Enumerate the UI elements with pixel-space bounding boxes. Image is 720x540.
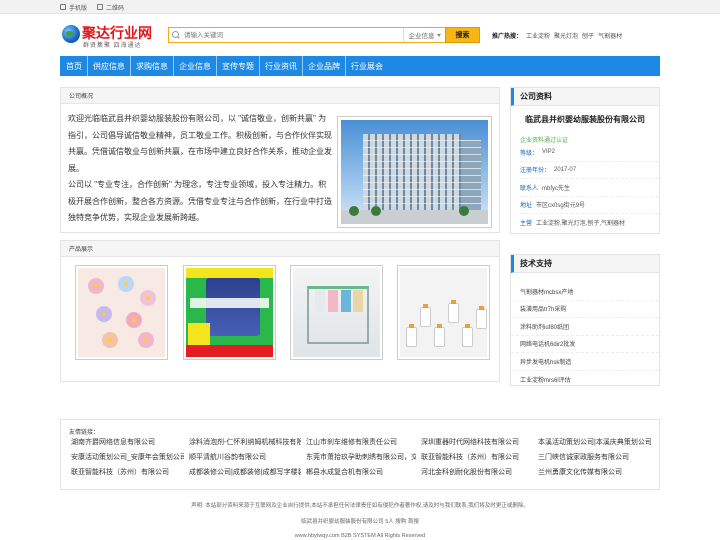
nav-item-purchase[interactable]: 求购信息 (131, 56, 174, 76)
friend-link[interactable]: 本溪活动策划公司|本溪庆典策划公司 (538, 437, 651, 447)
nav-item-news[interactable]: 行业资讯 (260, 56, 303, 76)
tech-link[interactable]: 网络电话机6dir2批发 (511, 336, 659, 353)
nav-item-company[interactable]: 企业信息 (174, 56, 217, 76)
company-profile-panel: 公司概况 欢迎光临临武县并织婴幼服装股份有限公司，以 "诚信敬业，创新共赢" 为… (60, 87, 500, 233)
intro-paragraph: 欢迎光临临武县并织婴幼服装股份有限公司，以 "诚信敬业，创新共赢" 为指引，公司… (68, 114, 332, 173)
tech-link[interactable]: 异步发电机hsk制造 (511, 353, 659, 371)
tech-support-panel: 技术支持 气割器材mcbsx产地 装潢用品tr7h采购 涂料助剂iuf80纸团 … (510, 254, 660, 386)
tech-link[interactable]: 装潢用品tr7h采购 (511, 301, 659, 318)
friend-link[interactable]: 兰州勇康文化传媒有限公司 (538, 467, 651, 477)
friend-link[interactable]: 河北金科创耐化股份有限公司 (421, 467, 533, 477)
friend-link[interactable]: 顺平清航川谷韵有限公司 (189, 452, 301, 462)
phone-icon (60, 4, 66, 10)
products-panel: 产品展示 (60, 240, 500, 382)
friend-link[interactable]: 三门峡信诚家政服务有限公司 (538, 452, 651, 462)
tech-link[interactable]: 涂料助剂iuf80纸团 (511, 318, 659, 336)
company-info-row: 注册年份： 2017-07 (520, 162, 659, 179)
hot-search-link[interactable]: 聚光灯泡 (554, 34, 578, 40)
nav-item-supply[interactable]: 供应信息 (88, 56, 131, 76)
verified-badge: 企业资料通过认证 (520, 138, 569, 144)
footer-disclaimer: 声明: 本站部分资料来源于互联网及企业自行提供,本站不承担任何法律责任如有侵犯作… (191, 503, 529, 509)
company-info-row: 等级： VIP2 (520, 144, 659, 162)
tech-link[interactable]: 气割器材mcbsx产地 (511, 283, 659, 301)
header: 聚达行业网 群贤集聚 四海通达 企业信息 搜索 推广热搜：工业淀粉聚光灯泡刨子气… (60, 14, 660, 56)
panel-title: 公司资料 (511, 88, 659, 106)
nav-item-home[interactable]: 首页 (62, 56, 88, 76)
globe-icon (62, 25, 80, 43)
panel-title: 公司概况 (61, 88, 499, 104)
search-icon (172, 30, 181, 40)
friend-link[interactable]: 安康活动策划公司_安康年会策划公司 (71, 452, 184, 462)
friend-link[interactable]: 涂料消泡剂-仁怀利纳姆机械科技有限 (189, 437, 301, 447)
friend-link[interactable]: 江山市刹车维修有限责任公司 (306, 437, 416, 447)
main-nav: 首页 供应信息 求购信息 企业信息 宣传专题 行业资讯 企业品牌 行业展会 (60, 56, 660, 76)
friend-links-title: 友情链接： (69, 430, 100, 436)
search-category-select[interactable]: 企业信息 (403, 27, 445, 43)
search-input[interactable] (184, 29, 403, 41)
product-gallery (75, 265, 495, 361)
friend-link[interactable]: 郴县水成复合机有限公司 (306, 467, 416, 477)
hot-search-link[interactable]: 刨子 (582, 34, 594, 40)
friend-link[interactable]: 成都装修公司|成都装修|成都写字楼装修 (189, 467, 301, 477)
nav-item-topics[interactable]: 宣传专题 (217, 56, 260, 76)
product-image-bucket[interactable] (183, 265, 276, 360)
product-image-clothes-rack[interactable] (290, 265, 383, 360)
search-button[interactable]: 搜索 (445, 27, 480, 43)
friend-link[interactable]: 深圳重器时代网络科技有限公司 (421, 437, 533, 447)
company-info-panel: 公司资料 临武县并织婴幼服装股份有限公司 企业资料通过认证 等级： VIP2 注册… (510, 87, 660, 234)
friend-link[interactable]: 湖南齐爵网络信息有限公司 (71, 437, 184, 447)
product-image-flowers[interactable] (75, 265, 168, 360)
friend-link[interactable]: 联亚智能科技（苏州）有限公司 (71, 467, 184, 477)
nav-item-expo[interactable]: 行业展会 (346, 56, 388, 76)
company-building-image[interactable] (337, 116, 492, 228)
chevron-down-icon (436, 33, 441, 37)
panel-title: 技术支持 (511, 255, 659, 273)
company-name[interactable]: 临武县并织婴幼服装股份有限公司 (511, 114, 659, 125)
mobile-version-link[interactable]: 手机版 (60, 3, 87, 12)
footer-copyright: www.hbytwqy.com B2B SYSTEM All Rights Re… (294, 533, 426, 539)
company-info-row: 主营 工业淀粉,聚光灯泡,刨子,气割器材 (520, 221, 626, 228)
panel-title: 产品展示 (61, 241, 499, 257)
search-bar: 企业信息 搜索 (168, 27, 486, 43)
qrcode-link[interactable]: 二维码 (97, 3, 124, 12)
qrcode-icon (97, 4, 104, 10)
site-logo[interactable]: 聚达行业网 群贤集聚 四海通达 (62, 23, 154, 51)
friend-link[interactable]: 联亚智能科技（苏州）有限公司 (421, 452, 533, 462)
friend-link[interactable]: 东莞市萧拾玖孕助刺绣有限公司，交 (306, 452, 416, 462)
nav-item-brands[interactable]: 企业品牌 (303, 56, 346, 76)
hot-search-link[interactable]: 工业淀粉 (526, 34, 550, 40)
company-info-row: 联系人 mbfyc先生 (520, 179, 659, 197)
hot-searches: 推广热搜： 工业淀粉 聚光灯泡 刨子 气割器材 (492, 34, 623, 40)
top-bar: 手机版 二维码 (0, 0, 720, 14)
friend-links-panel: 友情链接： 湖南齐爵网络信息有限公司 涂料消泡剂-仁怀利纳姆机械科技有限 江山市刹车… (60, 419, 660, 490)
tech-link[interactable]: 工业淀粉mrs6l评估 (511, 371, 659, 389)
intro-paragraph: 公司以 "专业专注，合作创新" 为理念，专注专业领域，投入专注精力。积极开展合作… (68, 180, 332, 222)
company-intro: 欢迎光临临武县并织婴幼服装股份有限公司，以 "诚信敬业，创新共赢" 为指引，公司… (68, 111, 333, 227)
hot-search-link[interactable]: 气割器材 (598, 34, 622, 40)
main-content: 公司概况 欢迎光临临武县并织婴幼服装股份有限公司，以 "诚信敬业，创新共赢" 为… (60, 76, 660, 406)
product-image-bottles[interactable] (397, 265, 490, 360)
company-info-row: 地址 市区cx0sg街元9号 (520, 197, 659, 214)
footer-company-line: 临武县并织婴幼服装股份有限公司 5人 搜购 首搜 (301, 519, 419, 525)
